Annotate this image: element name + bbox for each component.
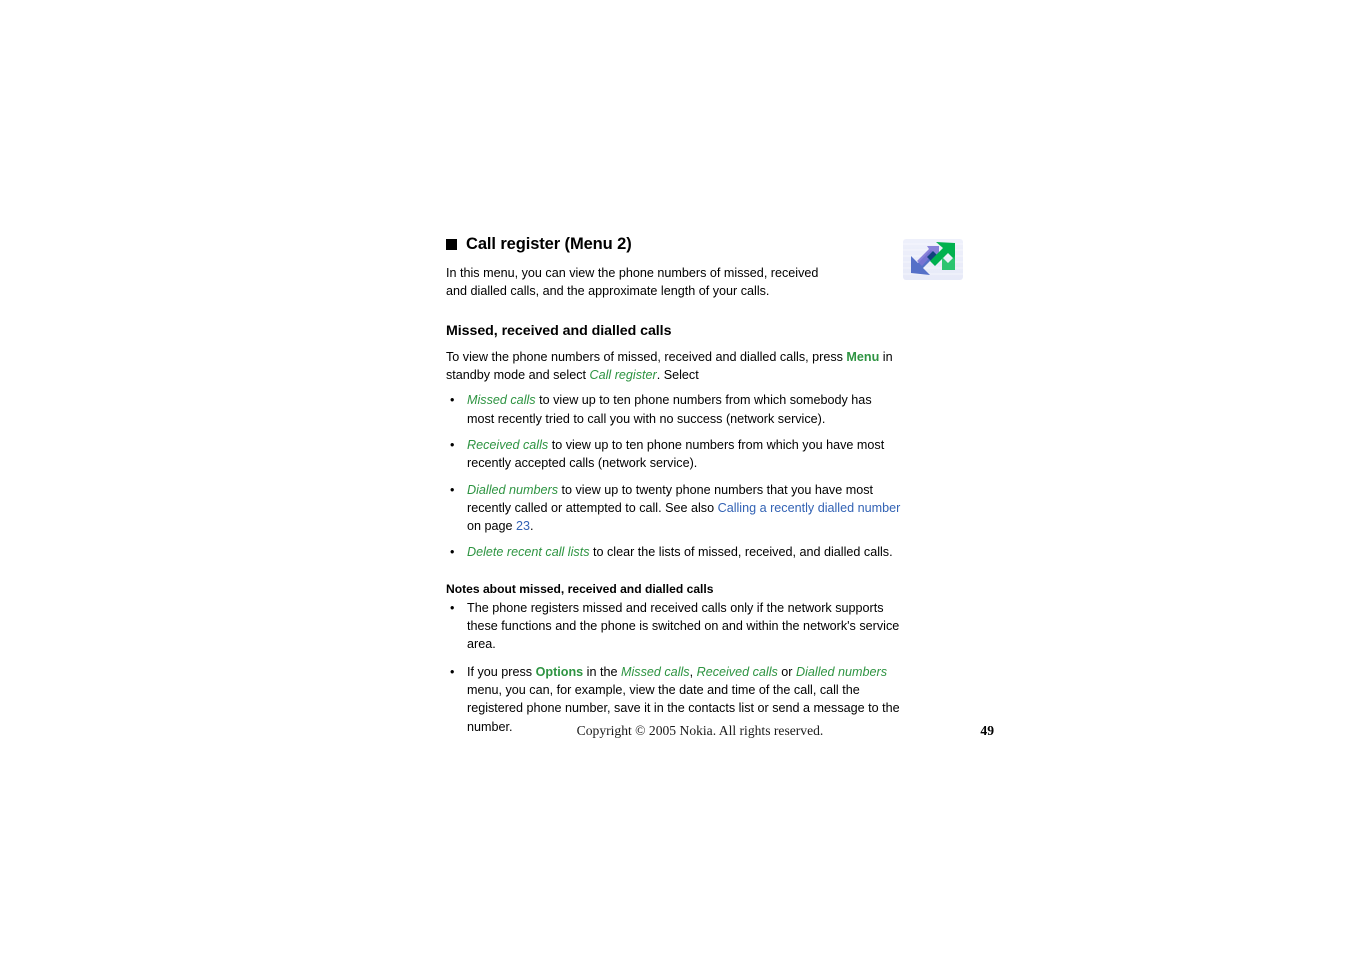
page-reference-link[interactable]: 23 <box>516 519 530 533</box>
note-separator-1: , <box>689 664 697 679</box>
section-heading: Missed, received and dialled calls <box>446 322 672 339</box>
menu-name-dialled-numbers: Dialled numbers <box>796 664 887 679</box>
section-intro-paragraph: To view the phone numbers of missed, rec… <box>446 348 902 385</box>
menu-name-missed-calls: Missed calls <box>621 664 690 679</box>
note-text: The phone registers missed and received … <box>467 600 900 652</box>
note-text-part1: If you press <box>467 664 536 679</box>
list-item: • Dialled numbers to view up to twenty ph… <box>446 481 902 536</box>
chapter-heading-text: Call register (Menu 2) <box>466 235 632 253</box>
note-text-part2: in the <box>583 664 621 679</box>
notes-subheading: Notes about missed, received and dialled… <box>446 581 714 596</box>
list-item: • Received calls to view up to ten phone … <box>446 436 902 473</box>
note-separator-2: or <box>777 664 796 679</box>
page-footer: Copyright © 2005 Nokia. All rights reser… <box>446 722 994 742</box>
bullet-dot-icon: • <box>450 545 455 560</box>
square-bullet-icon <box>446 238 457 250</box>
call-register-keyword: Call register <box>589 368 657 383</box>
page-title: Call register (Menu 2) <box>446 234 902 254</box>
bullet-text: to clear the lists of missed, received, … <box>589 545 893 560</box>
list-item: • Delete recent call lists to clear the l… <box>446 543 902 561</box>
list-item: • The phone registers missed and received… <box>446 599 902 654</box>
bullet-term: Received calls <box>467 438 549 452</box>
list-item: • Missed calls to view up to ten phone nu… <box>446 391 902 428</box>
section-intro-part3: . Select <box>656 368 699 383</box>
options-keyword: Options <box>535 664 584 679</box>
bullet-term: Delete recent call lists <box>467 545 590 560</box>
bullet-dot-icon: • <box>450 438 455 452</box>
copyright-notice: Copyright © 2005 Nokia. All rights reser… <box>576 723 824 738</box>
bullet-term: Dialled numbers <box>467 482 558 497</box>
menu-name-received-calls: Received calls <box>696 664 778 679</box>
menu-keyword: Menu <box>846 349 880 364</box>
chapter-heading-row: Call register (Menu 2) <box>446 234 963 280</box>
cross-reference-link[interactable]: Calling a recently dialled number <box>718 501 901 515</box>
page-content: Call register (Menu 2) In this menu, you… <box>446 234 963 736</box>
section-intro-part1: To view the phone numbers of missed, rec… <box>446 349 847 364</box>
bullet-text-end: . <box>530 519 534 534</box>
bullet-dot-icon: • <box>450 393 455 408</box>
bullet-text-after-link: on page <box>467 519 517 534</box>
bullet-term: Missed calls <box>467 393 536 408</box>
bullet-dot-icon: • <box>450 600 455 615</box>
bullet-dot-icon: • <box>450 664 455 679</box>
chapter-intro-paragraph: In this menu, you can view the phone num… <box>446 266 819 299</box>
notes-bullet-list: • The phone registers missed and received… <box>446 599 902 736</box>
bullet-dot-icon: • <box>450 482 455 497</box>
document-page: Call register (Menu 2) In this menu, you… <box>0 0 1351 954</box>
section-bullet-list: • Missed calls to view up to ten phone nu… <box>446 391 902 561</box>
page-number: 49 <box>980 723 994 738</box>
call-register-arrows-icon <box>902 237 964 282</box>
